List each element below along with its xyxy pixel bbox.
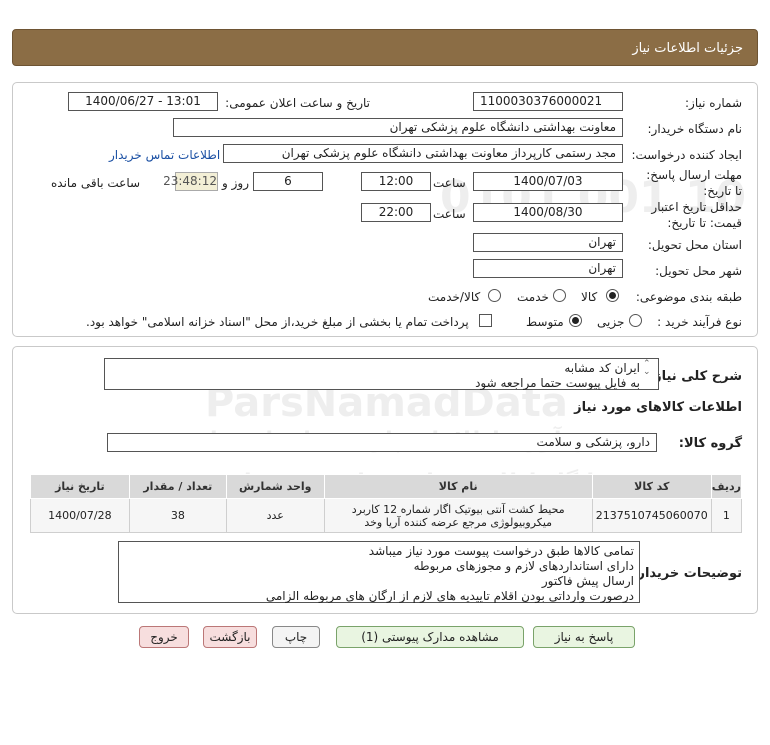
province-field: تهران <box>473 233 623 252</box>
validity-time-label: ساعت <box>433 207 466 221</box>
buyer-notes-textarea: تمامی کالاها طبق درخواست پیوست مورد نیاز… <box>118 541 640 603</box>
buyer-note-line-4: درصورت وارداتی بودن اقلام تاییدیه های لا… <box>265 589 634 603</box>
requester-label: ایجاد کننده درخواست: <box>631 148 742 162</box>
buyer-note-line-1: تمامی کالاها طبق درخواست پیوست مورد نیاز… <box>368 544 634 558</box>
category-label: طبقه بندی موضوعی: <box>635 290 742 304</box>
process-option-medium: متوسط <box>526 315 564 329</box>
col-row: ردیف <box>710 474 743 499</box>
announce-date-label: تاریخ و ساعت اعلان عمومی: <box>225 96 370 110</box>
cell-unit: عدد <box>225 498 325 533</box>
cell-name: محیط کشت آنتی بیوتیک اگار شماره 12 کاربر… <box>323 498 593 533</box>
category-radio-goods-service[interactable] <box>488 289 501 302</box>
buyer-org-field: معاونت بهداشتی دانشگاه علوم پزشکی تهران <box>173 118 623 137</box>
buyer-org-label: نام دستگاه خریدار: <box>647 122 743 136</box>
reply-deadline-text: مهلت ارسال پاسخ: تا تاریخ: <box>646 168 742 198</box>
description-label: شرح کلی نیاز: <box>648 369 742 384</box>
goods-table: ردیف کد کالا نام کالا واحد شمارش تعداد /… <box>30 474 743 533</box>
process-option-minor: جزیی <box>597 315 625 329</box>
category-radio-service[interactable] <box>553 289 566 302</box>
category-option-goods: کالا <box>581 290 598 304</box>
reply-time-field: 12:00 <box>361 172 431 191</box>
description-line-2: به فایل پیوست حتما مراجعه شود <box>475 376 640 390</box>
category-radio-goods[interactable] <box>606 289 619 302</box>
announce-date-field: 1400/06/27 - 13:01 <box>68 92 218 111</box>
view-attachments-button[interactable]: مشاهده مدارک پیوستی (1) <box>336 626 524 648</box>
cell-quantity: 38 <box>128 498 227 533</box>
goods-table-header: ردیف کد کالا نام کالا واحد شمارش تعداد /… <box>30 474 743 499</box>
back-button[interactable]: بازگشت <box>203 626 257 648</box>
province-label: استان محل تحویل: <box>647 238 742 252</box>
requester-field: مجد رستمی کارپرداز معاونت بهداشتی دانشگا… <box>223 144 623 163</box>
validity-time-field: 22:00 <box>361 203 431 222</box>
reply-deadline-label: مهلت ارسال پاسخ: تا تاریخ: <box>637 167 742 199</box>
days-label: روز و <box>222 176 249 190</box>
buyer-notes-label: توضیحات خریدار: <box>632 566 742 581</box>
goods-section-title: اطلاعات کالاهای مورد نیاز <box>574 400 742 415</box>
page-title: جزئیات اطلاعات نیاز <box>632 41 743 56</box>
remaining-time-counter: 23:48:12 <box>163 172 218 191</box>
col-code: کد کالا <box>591 474 712 499</box>
buyer-contact-link[interactable]: اطلاعات تماس خریدار <box>109 148 220 162</box>
reply-date-field: 1400/07/03 <box>473 172 623 191</box>
description-textarea: ایران کد مشابه به فایل پیوست حتما مراجعه… <box>104 358 659 390</box>
need-number-label: شماره نیاز: <box>685 96 742 110</box>
process-radio-medium[interactable] <box>569 314 582 327</box>
table-row: 1 2137510745060070 محیط کشت آنتی بیوتیک … <box>30 498 743 533</box>
cell-index: 1 <box>710 498 743 533</box>
resize-handle-icon[interactable]: ⌃ ⌄ <box>643 360 651 377</box>
page-header: جزئیات اطلاعات نیاز <box>12 29 758 66</box>
col-quantity: تعداد / مقدار <box>128 474 227 499</box>
cell-date: 1400/07/28 <box>30 498 130 533</box>
col-name: نام کالا <box>323 474 593 499</box>
process-radio-minor[interactable] <box>629 314 642 327</box>
description-line-1: ایران کد مشابه <box>564 361 640 375</box>
validity-label: حداقل تاریخ اعتبار قیمت: تا تاریخ: <box>637 199 742 231</box>
treasury-payment-checkbox[interactable] <box>479 314 492 327</box>
validity-date-field: 1400/08/30 <box>473 203 623 222</box>
buyer-note-line-3: ارسال پیش فاکتور <box>541 574 634 588</box>
city-label: شهر محل تحویل: <box>655 264 742 278</box>
print-button[interactable]: چاپ <box>272 626 320 648</box>
buyer-note-line-2: دارای استانداردهای لازم و مجوزهای مربوطه <box>413 559 634 573</box>
goods-group-field: دارو، پزشکی و سلامت <box>107 433 657 452</box>
days-remaining-field: 6 <box>253 172 323 191</box>
validity-text: حداقل تاریخ اعتبار قیمت: تا تاریخ: <box>651 200 742 230</box>
goods-group-label: گروه کالا: <box>678 436 742 451</box>
need-number-field: 1100030376000021 <box>473 92 623 111</box>
col-date: تاریخ نیاز <box>30 474 130 499</box>
remaining-time-label: ساعت باقی مانده <box>51 176 141 190</box>
exit-button[interactable]: خروج <box>139 626 189 648</box>
city-field: تهران <box>473 259 623 278</box>
reply-time-label: ساعت <box>433 176 466 190</box>
category-option-goods-service: کالا/خدمت <box>428 290 481 304</box>
category-option-service: خدمت <box>517 290 549 304</box>
reply-button[interactable]: پاسخ به نیاز <box>533 626 635 648</box>
process-label: نوع فرآیند خرید : <box>657 315 742 329</box>
cell-code: 2137510745060070 <box>591 498 712 533</box>
col-unit: واحد شمارش <box>225 474 325 499</box>
treasury-payment-note: پرداخت تمام یا بخشی از مبلغ خرید،از محل … <box>86 315 469 329</box>
